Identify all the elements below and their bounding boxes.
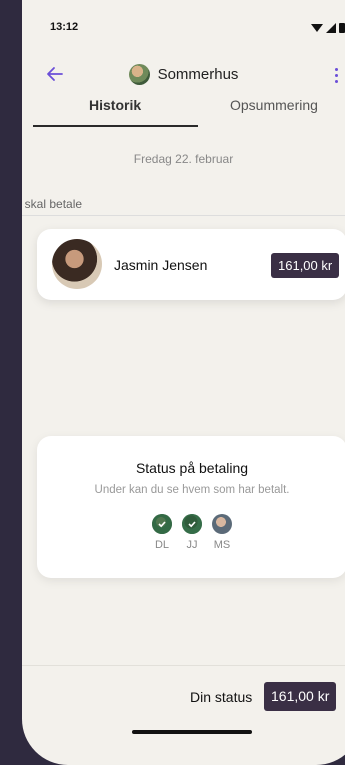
group-avatar: [128, 64, 150, 85]
avatar: [212, 514, 232, 534]
phone-screen: 13:12 Sommerhus Historik Opsummering Fre…: [22, 0, 345, 765]
member-status-dl: DL: [151, 514, 173, 551]
battery-icon: [339, 23, 345, 33]
avatar: [152, 514, 172, 534]
active-tab-indicator: [33, 125, 198, 127]
more-options-icon[interactable]: [335, 68, 339, 83]
status-icons: [311, 22, 345, 33]
section-label: Du skal betale: [22, 197, 83, 211]
date-label: Fredag 22. februar: [133, 152, 234, 166]
member-initials: JJ: [186, 539, 198, 551]
status-time: 13:12: [50, 21, 79, 33]
tab-historik[interactable]: Historik: [89, 97, 141, 113]
paid-check-icon: [182, 514, 202, 534]
member-status-jj: JJ: [181, 514, 203, 551]
payee-card[interactable]: Jasmin Jensen 161,00 kr: [37, 229, 345, 300]
section-divider: [22, 215, 345, 216]
home-indicator[interactable]: [132, 730, 252, 734]
avatar: [52, 239, 102, 289]
signal-icon: [326, 22, 336, 33]
paid-check-icon: [152, 514, 172, 534]
page-title: Sommerhus: [157, 66, 239, 83]
status-bar: 13:12: [22, 0, 345, 50]
footer-divider: [22, 665, 345, 666]
member-initials: MS: [213, 539, 231, 551]
member-initials: DL: [154, 539, 170, 551]
tab-opsummering[interactable]: Opsummering: [230, 97, 318, 113]
member-status-ms: MS: [211, 514, 233, 551]
wifi-icon: [311, 23, 323, 32]
status-subtitle: Under kan du se hvem som har betalt.: [94, 484, 290, 496]
tab-bar: Historik Opsummering: [22, 97, 345, 129]
avatar: [182, 514, 202, 534]
footer-status-label: Din status: [190, 689, 253, 705]
payee-name: Jasmin Jensen: [114, 257, 208, 273]
member-status-list: DL JJ MS: [37, 514, 345, 551]
payment-status-card: Status på betaling Under kan du se hvem …: [37, 436, 345, 578]
amount-badge: 161,00 kr: [271, 253, 340, 278]
header-title-group: Sommerhus: [22, 64, 345, 85]
status-title: Status på betaling: [135, 460, 249, 476]
app-header: Sommerhus: [22, 50, 345, 100]
footer-amount-badge: 161,00 kr: [264, 682, 337, 711]
